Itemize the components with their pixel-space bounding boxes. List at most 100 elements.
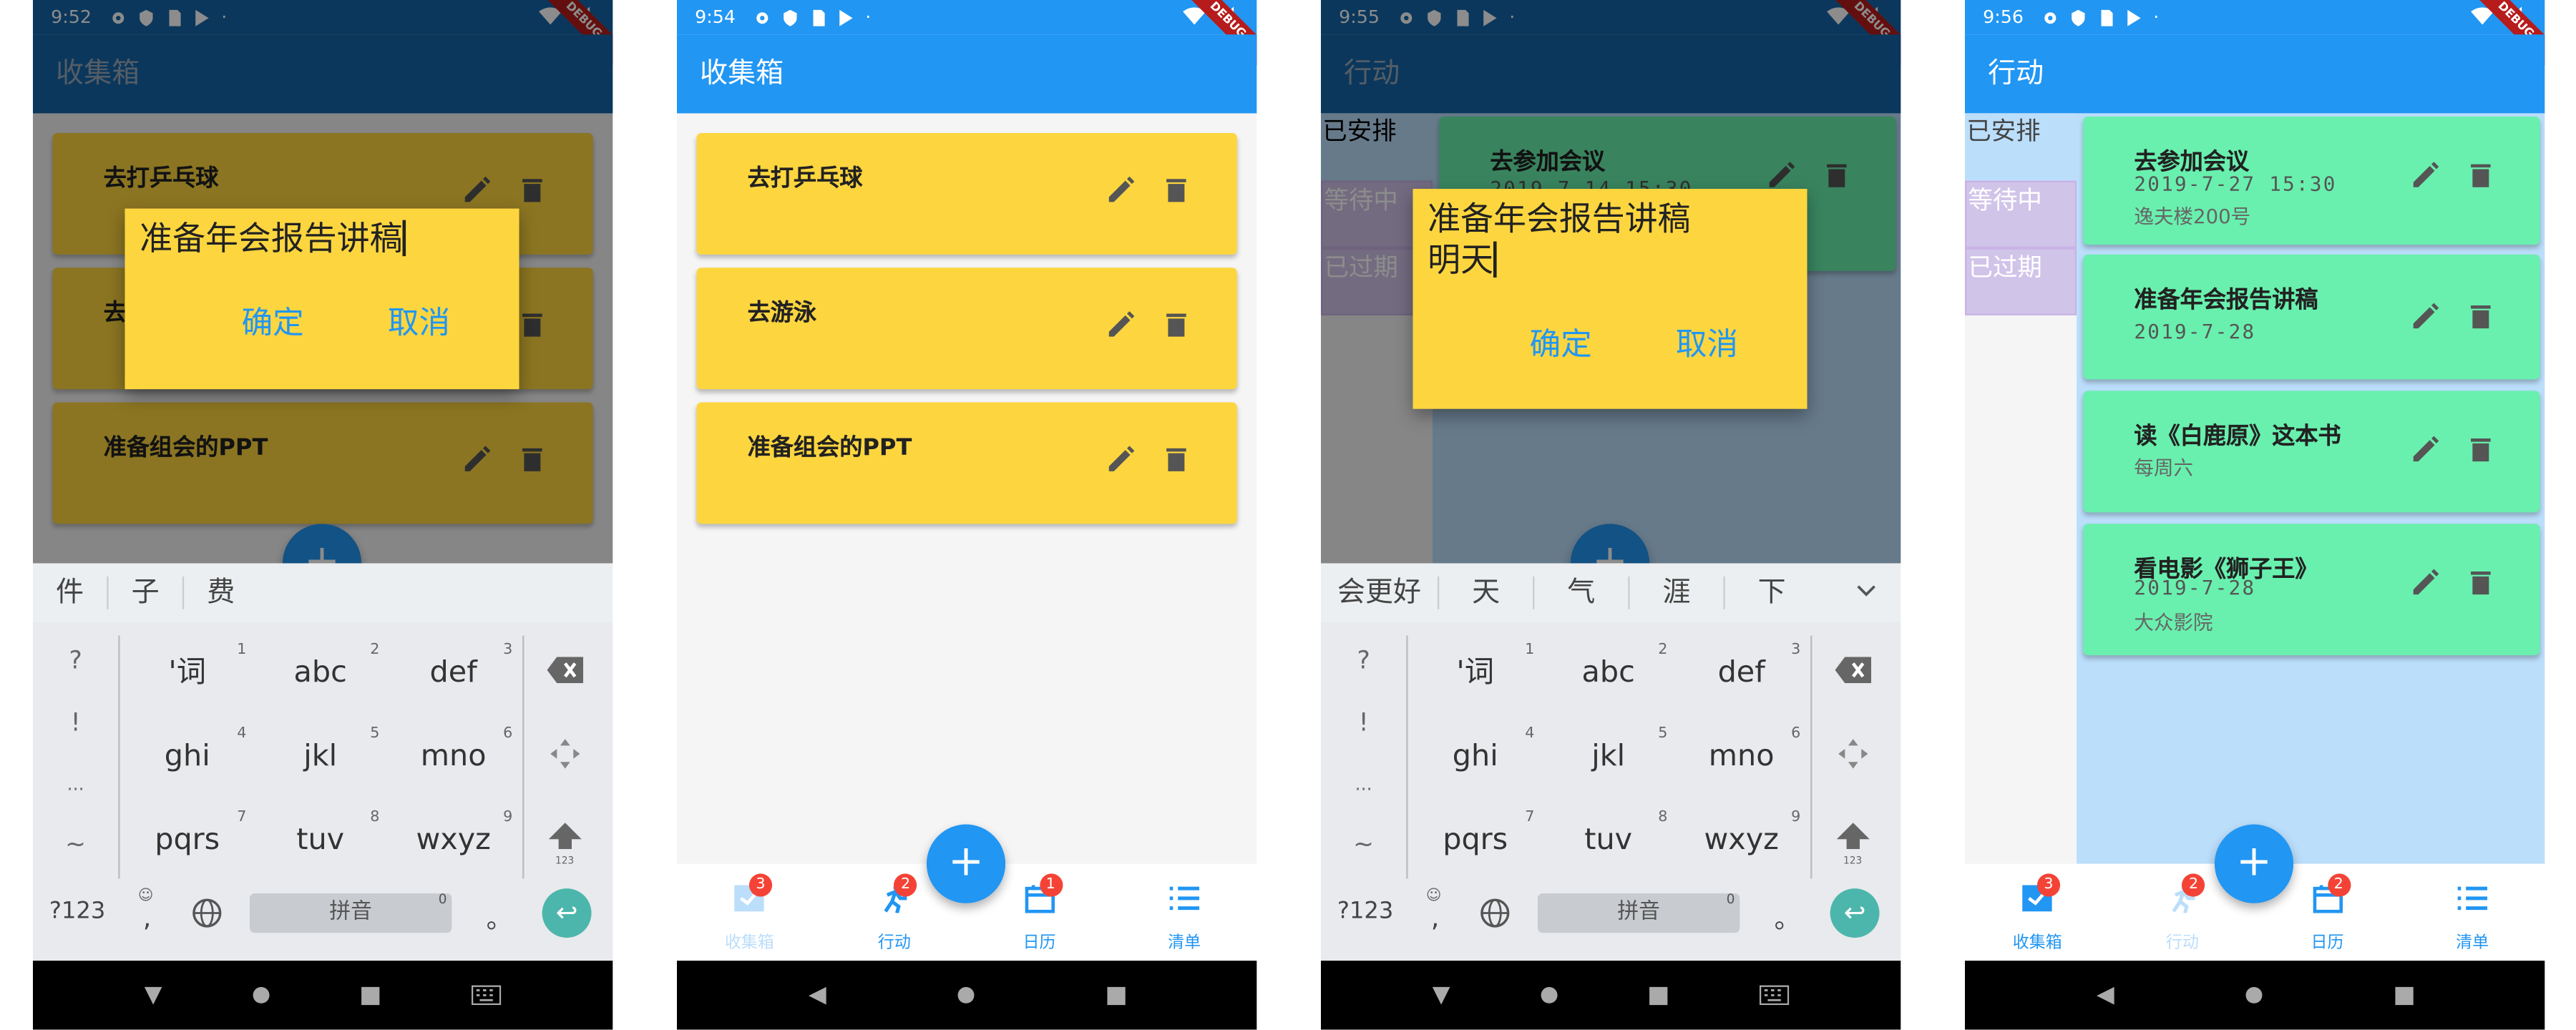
task-card[interactable]: 看电影《狮子王》 2019-7-28 大众影院 (2083, 524, 2540, 656)
edit-icon[interactable] (2409, 300, 2441, 333)
dialog-input[interactable]: 准备年会报告讲稿 明天 (1428, 199, 1690, 281)
period-key[interactable]: 。 (1775, 897, 1801, 936)
edit-icon[interactable] (2409, 433, 2441, 466)
space-key[interactable]: 拼音 0 (1537, 892, 1740, 933)
home-icon[interactable] (1541, 986, 1558, 1004)
key-4[interactable]: ghi 4 (122, 712, 253, 791)
candidate-item[interactable]: 下 (1725, 577, 1819, 609)
edit-icon[interactable] (2409, 566, 2441, 599)
side-tab-waiting[interactable]: 等待中 (1964, 180, 2077, 248)
task-card[interactable]: 读《白鹿原》这本书 每周六 (2083, 391, 2540, 513)
backspace-icon[interactable] (1835, 657, 1872, 684)
key-7[interactable]: pqrs 7 (1410, 797, 1541, 876)
period-key[interactable]: 。 (487, 897, 513, 936)
side-tab-scheduled[interactable]: 已安排 (1964, 113, 2077, 181)
comma-key[interactable]: , (143, 901, 152, 933)
home-icon[interactable] (2246, 986, 2263, 1004)
delete-icon[interactable] (2464, 160, 2497, 192)
confirm-button[interactable]: 确定 (1530, 320, 1592, 365)
task-card[interactable]: 准备组会的PPT (696, 402, 1237, 524)
key-8[interactable]: tuv 8 (1543, 797, 1674, 876)
task-card[interactable]: 去游泳 (696, 268, 1237, 390)
delete-icon[interactable] (1160, 309, 1193, 342)
recents-icon[interactable] (1649, 986, 1668, 1004)
candidate-item[interactable]: 件 (33, 576, 109, 609)
move-cursor-icon[interactable] (1838, 739, 1868, 769)
symbols-key[interactable]: ?123 (49, 898, 105, 925)
key-4[interactable]: ghi 4 (1410, 712, 1541, 791)
candidate-item[interactable]: 会更好 (1321, 576, 1440, 609)
key-3[interactable]: def 3 (388, 629, 519, 707)
key-9[interactable]: wxyz 9 (1676, 797, 1807, 876)
nav-list[interactable]: 清单 (2400, 864, 2545, 961)
key-2[interactable]: abc 2 (1543, 629, 1674, 707)
delete-icon[interactable] (1160, 174, 1193, 207)
globe-icon[interactable] (192, 898, 222, 928)
edit-icon[interactable] (1104, 309, 1137, 342)
question-key[interactable]: ? (1321, 645, 1406, 675)
nav-list[interactable]: 清单 (1112, 864, 1257, 961)
enter-key[interactable]: ↩ (542, 888, 592, 938)
candidate-item[interactable]: 费 (184, 577, 258, 609)
key-7[interactable]: pqrs 7 (122, 797, 253, 876)
key-5[interactable]: jkl 5 (255, 712, 386, 791)
key-3[interactable]: def 3 (1676, 629, 1807, 707)
add-task-fab[interactable]: + (2214, 824, 2294, 903)
delete-icon[interactable] (2464, 566, 2497, 599)
exclaim-key[interactable]: ! (33, 708, 118, 737)
recents-icon[interactable] (2394, 986, 2414, 1004)
question-key[interactable]: ? (33, 645, 118, 675)
back-icon[interactable]: ◀ (809, 982, 826, 1009)
candidate-item[interactable]: 涯 (1630, 576, 1725, 609)
space-key[interactable]: 拼音 0 (249, 892, 452, 933)
task-card[interactable]: 去打乒乓球 (696, 132, 1237, 255)
key-6[interactable]: mno 6 (1676, 712, 1807, 791)
recents-icon[interactable] (1106, 986, 1126, 1004)
enter-key[interactable]: ↩ (1830, 888, 1880, 938)
side-tab-expired[interactable]: 已过期 (1964, 247, 2077, 315)
shift-icon[interactable] (548, 823, 582, 849)
ellipsis-key[interactable]: ... (33, 773, 118, 795)
home-icon[interactable] (958, 986, 975, 1004)
key-6[interactable]: mno 6 (388, 712, 519, 791)
keyboard-icon[interactable] (472, 985, 502, 1006)
recents-icon[interactable] (361, 986, 380, 1004)
back-icon[interactable]: ◀ (2097, 982, 2114, 1009)
cancel-button[interactable]: 取消 (388, 299, 450, 343)
task-card[interactable]: 准备年会报告讲稿 2019-7-28 (2083, 254, 2540, 380)
key-2[interactable]: abc 2 (255, 629, 386, 707)
key-5[interactable]: jkl 5 (1543, 712, 1674, 791)
tilde-key[interactable]: ~ (33, 829, 118, 858)
delete-icon[interactable] (2464, 300, 2497, 333)
confirm-button[interactable]: 确定 (242, 299, 304, 343)
cancel-button[interactable]: 取消 (1676, 320, 1738, 365)
edit-icon[interactable] (2409, 160, 2441, 192)
move-cursor-icon[interactable] (550, 739, 580, 769)
globe-icon[interactable] (1480, 898, 1510, 928)
home-icon[interactable] (253, 986, 270, 1004)
back-chevron-icon[interactable]: ▼ (145, 982, 162, 1009)
comma-key[interactable]: , (1431, 901, 1440, 933)
dialog-input[interactable]: 准备年会报告讲稿 (140, 218, 406, 259)
key-1[interactable]: '词 1 (1410, 629, 1541, 707)
chevron-down-icon[interactable] (1856, 584, 1876, 597)
candidate-item[interactable]: 子 (109, 576, 185, 609)
ellipsis-key[interactable]: ... (1321, 773, 1406, 795)
edit-icon[interactable] (1104, 443, 1137, 476)
backspace-icon[interactable] (547, 657, 584, 684)
candidate-item[interactable]: 气 (1534, 576, 1630, 609)
nav-inbox[interactable]: 3 收集箱 (1965, 864, 2110, 961)
nav-inbox[interactable]: 3 收集箱 (677, 864, 822, 961)
add-task-fab[interactable]: + (926, 824, 1006, 903)
delete-icon[interactable] (1160, 443, 1193, 476)
candidate-item[interactable]: 天 (1439, 576, 1535, 609)
key-9[interactable]: wxyz 9 (388, 797, 519, 876)
tilde-key[interactable]: ~ (1321, 829, 1406, 858)
key-8[interactable]: tuv 8 (255, 797, 386, 876)
task-card[interactable]: 去参加会议 2019-7-27 15:30 逸夫楼200号 (2083, 117, 2540, 245)
shift-icon[interactable] (1836, 823, 1870, 849)
key-1[interactable]: '词 1 (122, 629, 253, 707)
keyboard-icon[interactable] (1760, 985, 1790, 1006)
edit-icon[interactable] (1104, 174, 1137, 207)
exclaim-key[interactable]: ! (1321, 708, 1406, 737)
